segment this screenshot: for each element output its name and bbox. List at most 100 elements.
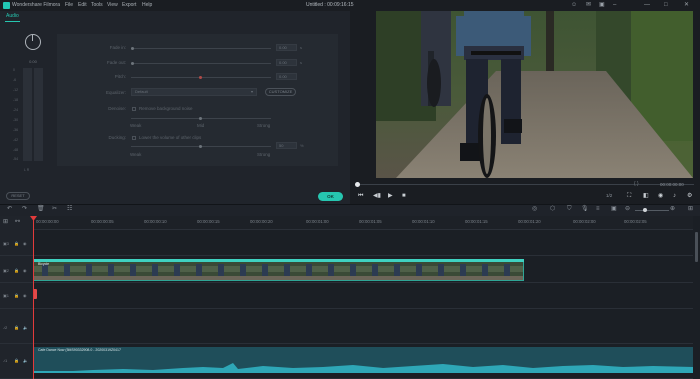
gift-icon[interactable]: ▣ [599, 2, 605, 9]
meter-scale-label: -30 [13, 118, 19, 122]
step-back-icon[interactable]: ◀▮ [373, 193, 381, 199]
marker-icon[interactable]: ⬡ [550, 206, 555, 213]
eye-icon[interactable]: ◉ [23, 268, 27, 273]
ruler-tick: 00:00:00:00 [36, 219, 59, 224]
fade-in-slider-thumb[interactable] [131, 47, 134, 50]
fullscreen-icon[interactable]: ⛶ [627, 193, 631, 199]
menu-view[interactable]: View [107, 2, 118, 8]
lock-icon[interactable]: 🔒 [14, 241, 19, 246]
link-icon[interactable]: ⚯ [15, 219, 20, 226]
pitch-slider-thumb[interactable] [199, 76, 202, 79]
render-icon[interactable]: ◧ [643, 193, 649, 199]
lock-icon[interactable]: 🔒 [14, 358, 19, 363]
play-icon[interactable]: ▶ [388, 193, 393, 199]
voiceover-icon[interactable]: ≡ [596, 206, 600, 213]
audio-meter: 0 -6 -12 -18 -24 -30 -36 -42 -48 -54 [13, 68, 45, 166]
denoise-checkbox[interactable] [132, 107, 136, 111]
ducking-slider[interactable] [131, 145, 271, 148]
volume-knob[interactable] [25, 34, 41, 50]
mark-in-out-icon[interactable]: { } [634, 181, 639, 187]
reset-button[interactable]: RESET [6, 192, 30, 200]
chevron-down-icon: ▾ [250, 89, 253, 94]
ruler-tick: 00:00:01:10 [412, 219, 435, 224]
stop-icon[interactable]: ■ [402, 193, 406, 199]
delete-icon[interactable]: 🗑 [37, 206, 45, 213]
video-clip-thumbnails [34, 260, 523, 280]
close-icon[interactable]: ✕ [684, 2, 689, 9]
track-row [0, 231, 693, 256]
tab-audio[interactable]: Audio [6, 13, 19, 19]
timeline-toolbar [0, 204, 700, 216]
menu-export[interactable]: Export [122, 2, 136, 8]
preview-scrub-bar[interactable] [357, 184, 694, 185]
settings-icon[interactable]: ⚙ [687, 193, 692, 199]
ducking-slider-thumb[interactable] [199, 145, 202, 148]
preview-quality-select[interactable]: 1/2 [606, 193, 612, 198]
denoise-slider-thumb[interactable] [199, 117, 202, 120]
lock-icon[interactable]: 🔒 [14, 325, 19, 330]
fade-in-unit: s [300, 45, 302, 50]
cut-icon[interactable]: ✂ [52, 206, 57, 213]
fade-out-slider-thumb[interactable] [131, 62, 134, 65]
user-icon[interactable]: ☺ [571, 2, 577, 9]
render-preview-icon[interactable]: ◎ [532, 206, 537, 213]
lock-icon[interactable]: 🔒 [14, 268, 19, 273]
minimize-window-icon[interactable]: — [644, 2, 650, 9]
preview-scrub-handle[interactable] [355, 182, 360, 187]
maximize-icon[interactable]: □ [664, 2, 668, 9]
denoise-slider[interactable] [131, 117, 271, 120]
fade-out-value[interactable]: 0.00 [276, 59, 297, 66]
playhead[interactable] [33, 216, 34, 379]
video-preview[interactable] [376, 11, 693, 178]
video-clip[interactable] [33, 259, 524, 281]
audio-clip[interactable] [33, 347, 693, 373]
tab-audio-underline [5, 21, 20, 22]
timeline-zoom-thumb[interactable] [643, 208, 647, 212]
snapshot-icon[interactable]: ◉ [658, 193, 663, 199]
pitch-value[interactable]: 0.00 [276, 73, 297, 80]
timeline-zoom-slider[interactable] [635, 210, 669, 211]
fade-out-slider[interactable] [131, 62, 271, 65]
ducking-checkbox[interactable] [132, 136, 136, 140]
lock-icon[interactable]: 🔒 [14, 293, 19, 298]
volume-icon[interactable]: ♪ [673, 193, 676, 199]
fit-timeline-icon[interactable]: ⊞ [688, 206, 693, 213]
zoom-in-icon[interactable]: ⊕ [670, 206, 675, 213]
undo-icon[interactable]: ↶ [7, 206, 12, 213]
ok-button[interactable]: OK [318, 192, 343, 201]
customize-button[interactable]: CUSTOMIZE [265, 88, 296, 96]
shield-icon[interactable]: ⛉ [567, 206, 572, 213]
timeline-scroll-thumb[interactable] [695, 232, 698, 262]
speaker-icon[interactable]: 🔈 [23, 325, 28, 330]
mail-icon[interactable]: ✉ [586, 2, 591, 9]
redo-icon[interactable]: ↷ [22, 206, 27, 213]
menu-tools[interactable]: Tools [91, 2, 103, 8]
minimize-icon[interactable]: – [613, 2, 616, 9]
add-track-icon[interactable]: ⊞ [3, 219, 8, 226]
meter-scale-label: -36 [13, 128, 19, 132]
menu-edit[interactable]: Edit [78, 2, 87, 8]
zoom-out-icon[interactable]: ⊖ [625, 206, 630, 213]
snapshot-timeline-icon[interactable]: ▣ [611, 206, 617, 213]
menu-help[interactable]: Help [142, 2, 152, 8]
fade-in-value[interactable]: 0.00 [276, 44, 297, 51]
eye-icon[interactable]: ◉ [23, 293, 27, 298]
pitch-slider[interactable] [131, 76, 271, 79]
pitch-label: Pitch: [114, 74, 126, 79]
equalizer-select[interactable]: Default ▾ [131, 88, 257, 96]
preview-timecode: 00:00:00:00 [660, 182, 684, 187]
window-title: Untitled : 00:09:16:15 [306, 2, 354, 8]
audio-mixer-icon[interactable]: ☷ [67, 206, 72, 213]
speaker-icon[interactable]: 🔈 [23, 358, 28, 363]
microphone-icon[interactable]: 🎙 [581, 206, 589, 213]
volume-knob-indicator [32, 35, 33, 41]
meter-scale-label: -18 [13, 98, 19, 102]
menu-file[interactable]: File [65, 2, 73, 8]
fade-in-slider[interactable] [131, 47, 271, 50]
ruler-tick: 00:00:01:05 [359, 219, 382, 224]
ducking-value[interactable]: 50 [276, 142, 297, 149]
ruler-tick: 00:00:00:20 [250, 219, 273, 224]
ruler-tick: 00:00:00:15 [197, 219, 220, 224]
prev-frame-icon[interactable]: ⏮ [358, 193, 363, 199]
eye-icon[interactable]: ◉ [23, 241, 27, 246]
